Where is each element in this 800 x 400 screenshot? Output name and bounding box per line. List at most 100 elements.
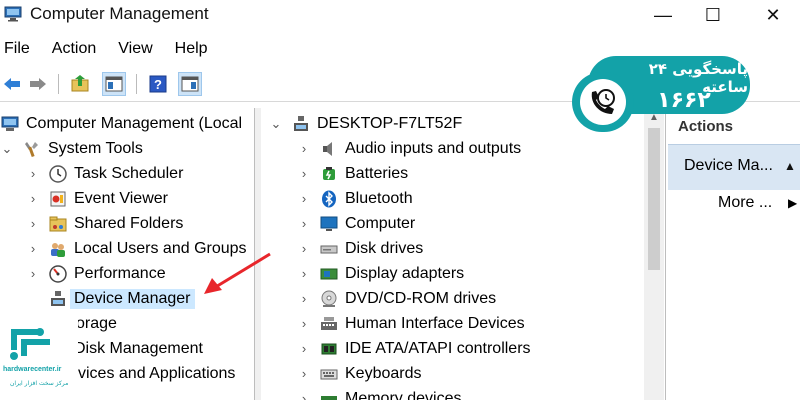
chevron-right-icon[interactable]: › <box>297 166 311 181</box>
device-category-label: DVD/CD-ROM drives <box>345 289 497 307</box>
menu-action[interactable]: Action <box>52 36 96 62</box>
forward-arrow-icon[interactable] <box>26 72 50 96</box>
monitor-icon <box>319 214 339 234</box>
chevron-down-icon[interactable]: ⌄ <box>0 141 14 156</box>
chevron-right-icon[interactable]: › <box>26 241 40 256</box>
device-category-label: Human Interface Devices <box>345 314 525 332</box>
submenu-arrow-icon[interactable]: ▶ <box>788 196 797 210</box>
tree-item-label: Task Scheduler <box>74 164 184 182</box>
window-title: Computer Management <box>30 4 209 23</box>
computer-management-icon <box>0 114 20 134</box>
device-category[interactable]: › Batteries <box>297 161 408 186</box>
title-bar: Computer Management — ☐ ✕ <box>0 0 800 30</box>
device-category[interactable]: › DVD/CD-ROM drives <box>297 286 496 311</box>
display-adapter-icon <box>319 264 339 284</box>
chevron-right-icon[interactable]: › <box>297 391 311 400</box>
maximize-button[interactable]: ☐ <box>690 0 736 30</box>
hid-icon <box>319 314 339 334</box>
device-tree-root[interactable]: ⌄ DESKTOP-F7LT52F <box>269 111 463 136</box>
chevron-right-icon[interactable]: › <box>297 266 311 281</box>
menu-file[interactable]: File <box>4 36 30 62</box>
computer-icon <box>291 114 311 134</box>
actions-pane: Actions Device Ma... ▲ More ... ▶ <box>668 108 800 400</box>
tree-root[interactable]: Computer Management (Local <box>0 111 242 136</box>
device-category-label: Keyboards <box>345 364 422 382</box>
device-category[interactable]: › Audio inputs and outputs <box>297 136 521 161</box>
device-category-label: Computer <box>345 214 416 232</box>
menu-help[interactable]: Help <box>175 36 208 62</box>
device-category-label: Bluetooth <box>345 189 413 207</box>
chevron-right-icon[interactable]: › <box>297 141 311 156</box>
device-category[interactable]: › IDE ATA/ATAPI controllers <box>297 336 531 361</box>
tree-item-event-viewer[interactable]: › Event Viewer <box>26 186 168 211</box>
logo-site-text: hardwarecenter.ir <box>3 366 62 373</box>
chevron-right-icon[interactable]: › <box>26 191 40 206</box>
scrollbar-thumb[interactable] <box>648 128 660 270</box>
tree-item-device-manager[interactable]: Device Manager <box>48 286 195 311</box>
chevron-right-icon[interactable]: › <box>297 341 311 356</box>
svg-text:?: ? <box>154 77 162 92</box>
tree-root-label: Computer Management (Local <box>26 114 243 132</box>
device-category[interactable]: › Memory devices <box>297 386 461 400</box>
show-hide-tree-icon[interactable] <box>102 72 126 96</box>
device-category[interactable]: › Computer <box>297 211 415 236</box>
more-actions-link[interactable]: More ... <box>718 194 772 212</box>
tree-storage-label: orage <box>76 314 117 332</box>
tree-item-performance[interactable]: › Performance <box>26 261 166 286</box>
help-icon[interactable]: ? <box>146 72 170 96</box>
chevron-right-icon[interactable]: › <box>297 216 311 231</box>
device-category[interactable]: › Human Interface Devices <box>297 311 525 336</box>
tree-item-label: Shared Folders <box>74 214 184 232</box>
hardwarecenter-logo-icon <box>0 316 78 400</box>
device-category[interactable]: › Bluetooth <box>297 186 413 211</box>
logo-subtitle: مرکز سخت افزار ایران <box>10 380 69 387</box>
clock-icon <box>48 164 68 184</box>
ide-controller-icon <box>319 339 339 359</box>
tree-system-tools[interactable]: ⌄ System Tools <box>0 136 143 161</box>
back-arrow-icon[interactable] <box>0 72 24 96</box>
chevron-down-icon[interactable]: ⌄ <box>269 116 283 131</box>
shared-folder-icon <box>48 214 68 234</box>
chevron-right-icon[interactable]: › <box>297 291 311 306</box>
tree-item-label: Device Manager <box>70 288 195 309</box>
chevron-right-icon[interactable]: › <box>26 266 40 281</box>
collapse-up-icon[interactable]: ▲ <box>784 159 796 173</box>
support-badge-phone[interactable]: ۱۶۶۲ <box>634 88 734 113</box>
device-tree-root-label: DESKTOP-F7LT52F <box>317 114 463 132</box>
vertical-scrollbar[interactable]: ▲ <box>644 108 664 400</box>
minimize-button[interactable]: — <box>640 0 686 30</box>
close-button[interactable]: ✕ <box>750 0 796 30</box>
device-category-label: Audio inputs and outputs <box>345 139 522 157</box>
tree-system-tools-label: System Tools <box>48 139 143 157</box>
support-badge: پاسخگویی ۲۴ ساعته ۱۶۶۲ <box>572 56 750 132</box>
up-folder-icon[interactable] <box>68 72 92 96</box>
actions-section-device-manager[interactable]: Device Ma... ▲ <box>668 144 800 190</box>
keyboard-icon <box>319 364 339 384</box>
tree-item-shared-folders[interactable]: › Shared Folders <box>26 211 184 236</box>
tree-item-label: Performance <box>74 264 166 282</box>
device-category-label: Disk drives <box>345 239 424 257</box>
speaker-icon <box>319 139 339 159</box>
tree-item-task-scheduler[interactable]: › Task Scheduler <box>26 161 183 186</box>
chevron-right-icon[interactable]: › <box>297 366 311 381</box>
device-category-label: Batteries <box>345 164 409 182</box>
device-category[interactable]: › Display adapters <box>297 261 464 286</box>
chevron-right-icon[interactable]: › <box>297 316 311 331</box>
menu-bar: File Action View Help <box>0 36 230 62</box>
bluetooth-icon <box>319 189 339 209</box>
device-category[interactable]: › Keyboards <box>297 361 422 386</box>
chevron-right-icon[interactable]: › <box>26 216 40 231</box>
device-category-label: Memory devices <box>345 389 462 400</box>
device-tree: ⌄ DESKTOP-F7LT52F › Audio inputs and out… <box>261 108 666 400</box>
chevron-right-icon[interactable]: › <box>297 191 311 206</box>
menu-view[interactable]: View <box>118 36 152 62</box>
computer-management-icon <box>4 6 22 22</box>
performance-icon <box>48 264 68 284</box>
chevron-right-icon[interactable]: › <box>297 241 311 256</box>
device-category[interactable]: › Disk drives <box>297 236 423 261</box>
device-category-label: IDE ATA/ATAPI controllers <box>345 339 531 357</box>
device-category-label: Display adapters <box>345 264 465 282</box>
actions-section-label: Device Ma... <box>684 157 773 174</box>
properties-icon[interactable] <box>178 72 202 96</box>
chevron-right-icon[interactable]: › <box>26 166 40 181</box>
